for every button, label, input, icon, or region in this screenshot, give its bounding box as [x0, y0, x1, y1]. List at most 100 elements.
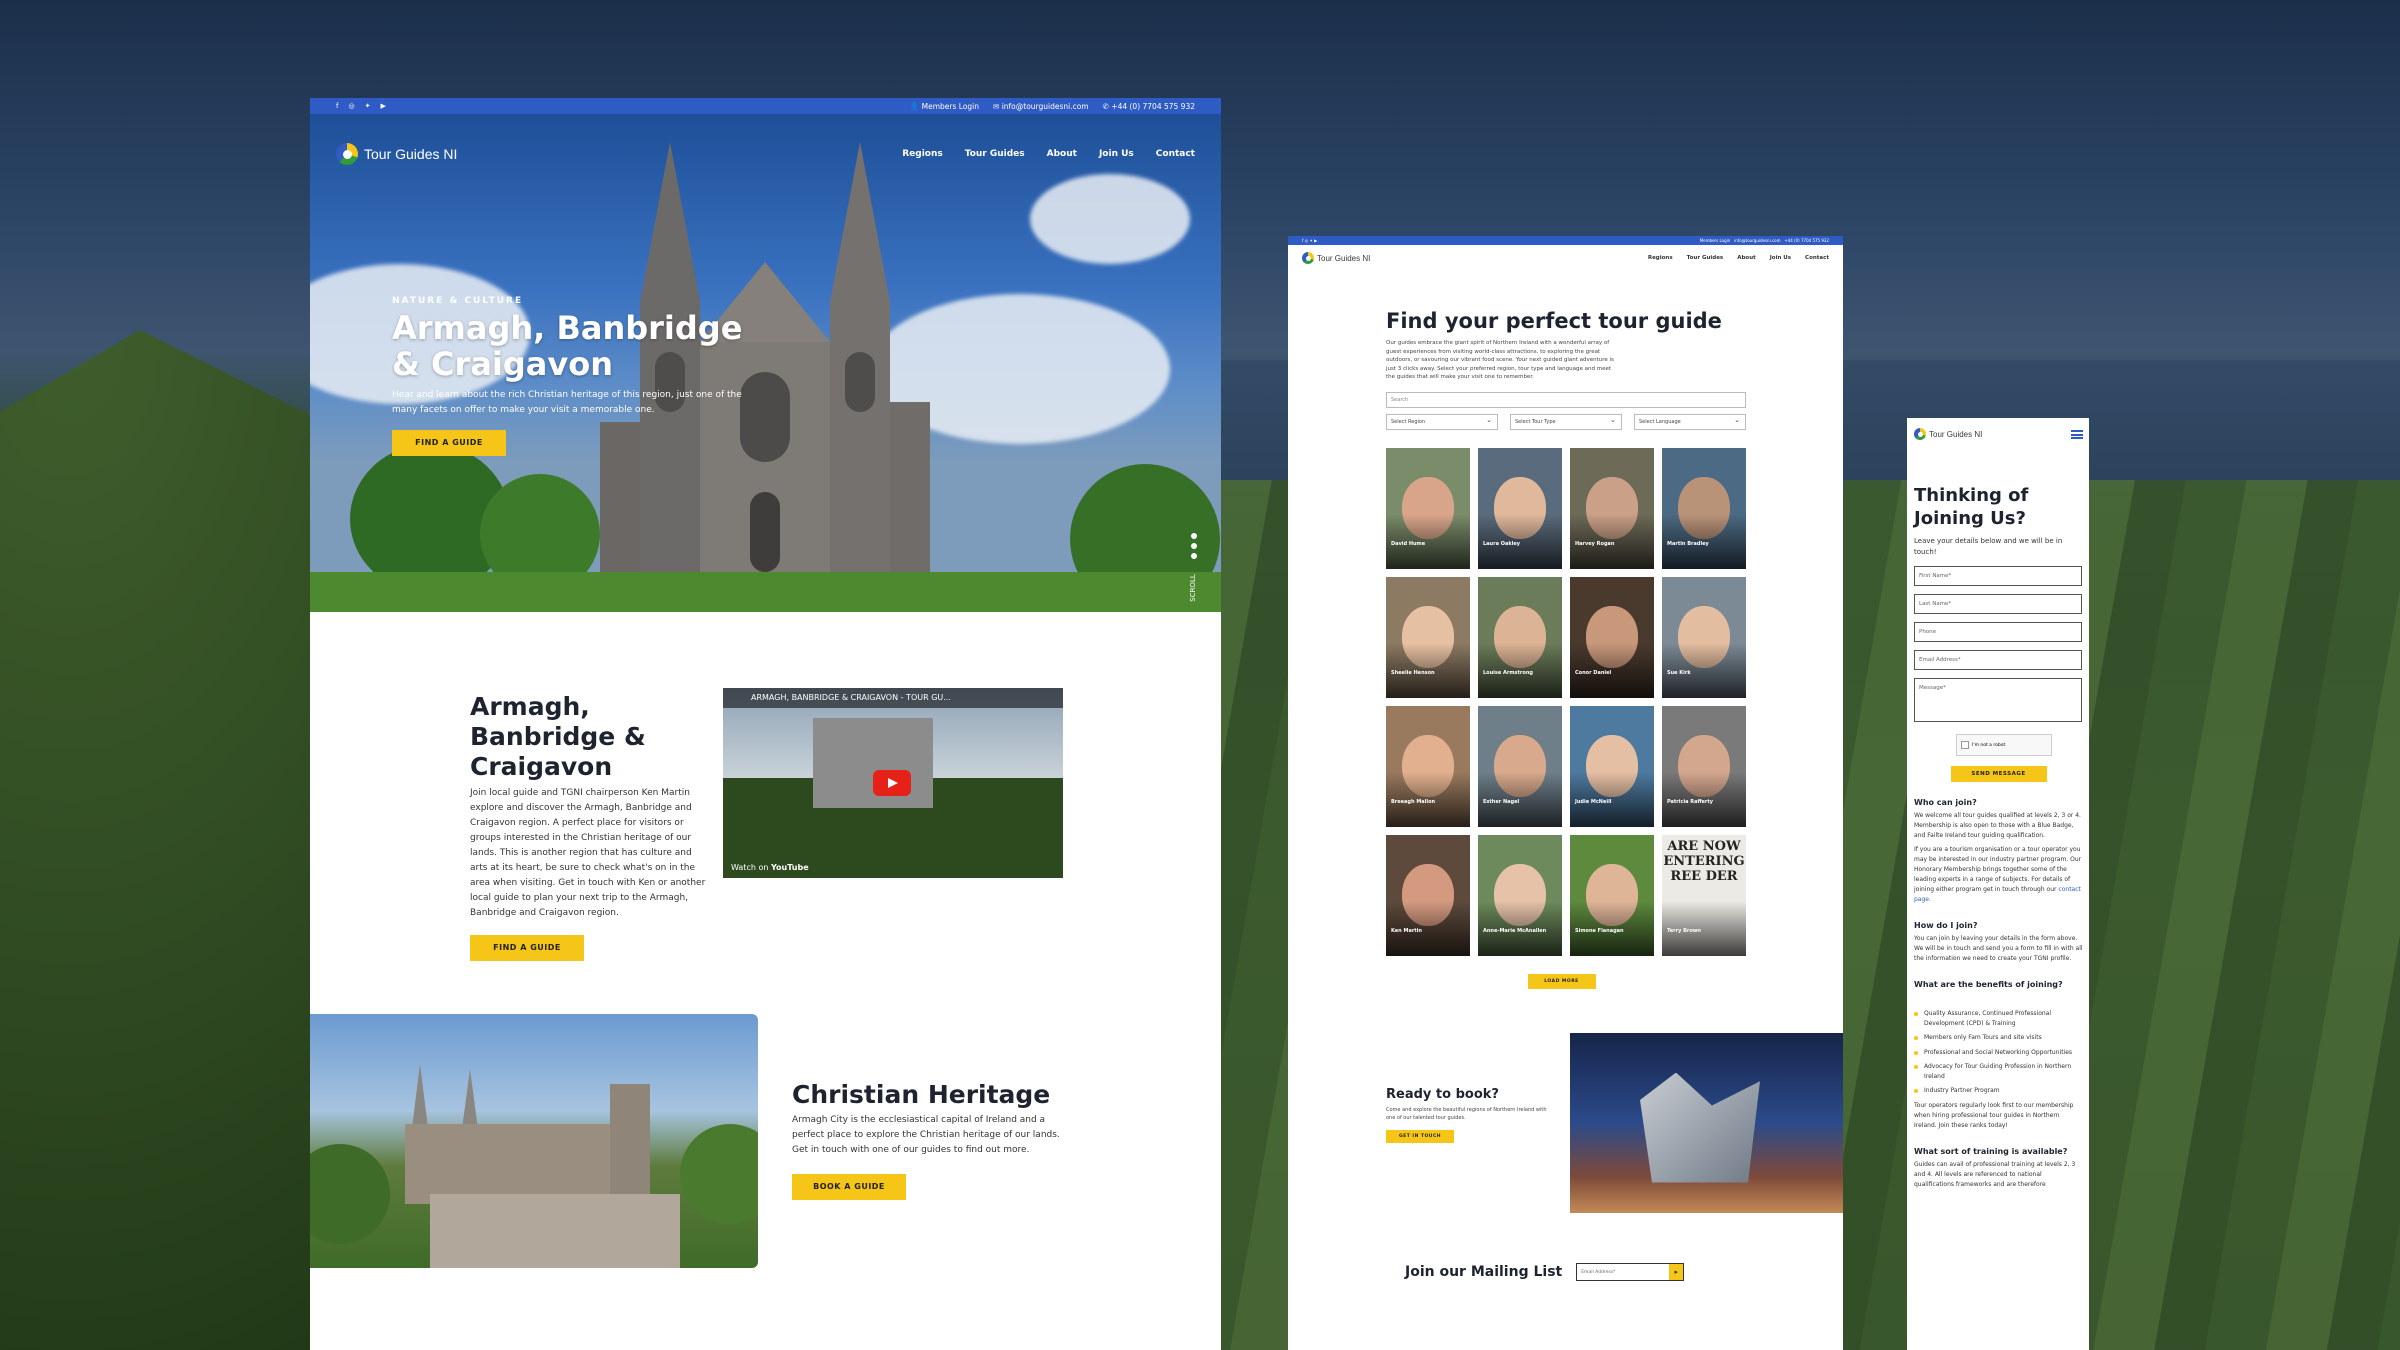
benefits-title: What are the benefits of joining? [1914, 980, 2063, 989]
heritage-title: Christian Heritage [792, 1080, 1051, 1109]
guide-card[interactable]: Harvey Rogan [1570, 447, 1654, 569]
slider-dot[interactable] [1191, 553, 1197, 559]
hero-section: Tour Guides NI Regions Tour Guides About… [310, 114, 1221, 612]
email-field[interactable]: Email Address* [1914, 650, 2082, 670]
recaptcha-widget[interactable]: I'm not a robot [1956, 734, 2052, 756]
nav-join-us[interactable]: Join Us [1099, 149, 1134, 159]
training-title: What sort of training is available? [1914, 1146, 2068, 1156]
how-to-join-title: How do I join? [1914, 921, 1978, 930]
top-bar: f ◎ ✦ ▶ 👤 Members Login ✉ info@tourguide… [310, 98, 1221, 114]
intro-find-guide-button[interactable]: FIND A GUIDE [470, 935, 584, 961]
hamburger-menu-icon[interactable] [2071, 429, 2083, 439]
heritage-section: Christian Heritage Armagh City is the ec… [310, 1014, 1221, 1268]
scroll-indicator[interactable]: SCROLL [1189, 574, 1197, 602]
guide-name: Louise Armstrong [1483, 669, 1533, 676]
twitter-icon[interactable]: ✦ [365, 102, 371, 110]
video-title: ARMAGH, BANBRIDGE & CRAIGAVON - TOUR GU.… [723, 688, 1063, 708]
phone-field[interactable]: Phone [1914, 622, 2082, 642]
youtube-video-embed[interactable]: ARMAGH, BANBRIDGE & CRAIGAVON - TOUR GU.… [723, 688, 1063, 878]
page-title: Find your perfect tour guide [1386, 309, 1722, 333]
email-label: info@tourguidesni.com [1001, 101, 1089, 111]
region-select[interactable]: Select Region [1386, 413, 1498, 430]
guide-name: Sheelie Henson [1391, 669, 1435, 676]
heritage-body: Armagh City is the ecclesiastical capita… [792, 1115, 1060, 1155]
top-bar-small: f ◎ ✦ ▶ Members Login info@tourguidesni.… [1288, 236, 1843, 245]
members-login-label-small[interactable]: Members Login [1700, 238, 1731, 243]
slider-dots [1191, 529, 1203, 563]
slider-dot[interactable] [1191, 533, 1197, 539]
hero-find-guide-button[interactable]: FIND A GUIDE [392, 430, 506, 456]
guide-card[interactable]: David Hume [1386, 447, 1470, 569]
nav-menu-small: Regions Tour Guides About Join Us Contac… [1648, 255, 1829, 261]
operators-note: Tour operators regularly look first to o… [1914, 1101, 2074, 1129]
guide-card[interactable]: ARE NOW ENTERING REE DER Terry Brown [1662, 834, 1746, 956]
guide-card[interactable]: Sheelie Henson [1386, 576, 1470, 698]
facebook-icon[interactable]: f [336, 102, 338, 110]
guide-card[interactable]: Judie McNeill [1570, 705, 1654, 827]
nav-about[interactable]: About [1047, 149, 1077, 159]
cloud [1030, 174, 1190, 264]
guide-card[interactable]: Simone Flanagan [1570, 834, 1654, 956]
email-link[interactable]: ✉ info@tourguidesni.com [993, 102, 1089, 111]
last-name-field[interactable]: Last Name* [1914, 594, 2082, 614]
youtube-icon[interactable]: ▶ [380, 102, 385, 110]
site-logo-small[interactable]: Tour Guides NI [1302, 252, 1370, 264]
guide-card[interactable]: Sue Kirk [1662, 576, 1746, 698]
social-icons-small: f ◎ ✦ ▶ [1302, 238, 1318, 243]
nav-tour-guides[interactable]: Tour Guides [1687, 255, 1724, 261]
guide-card[interactable]: Patricia Rafferty [1662, 705, 1746, 827]
hero-eyebrow: NATURE & CULTURE [392, 296, 524, 306]
nav-join-us[interactable]: Join Us [1770, 255, 1791, 261]
watch-on-label: Watch on [731, 863, 769, 872]
guide-card[interactable]: Louise Armstrong [1478, 576, 1562, 698]
guide-card[interactable]: Breeagh Mallon [1386, 705, 1470, 827]
message-field[interactable]: Message* [1914, 678, 2082, 722]
members-login-link[interactable]: 👤 Members Login [910, 102, 979, 111]
send-message-button[interactable]: SEND MESSAGE [1950, 766, 2047, 782]
heritage-text: Christian Heritage Armagh City is the ec… [792, 1080, 1062, 1200]
first-name-field[interactable]: First Name* [1914, 566, 2082, 586]
guide-card[interactable]: Laura Oakley [1478, 447, 1562, 569]
ready-to-book-section: Ready to book? Come and explore the beau… [1288, 1032, 1843, 1213]
guide-name: Martin Bradley [1667, 540, 1709, 547]
book-guide-button[interactable]: BOOK A GUIDE [792, 1174, 906, 1200]
contact-links: 👤 Members Login ✉ info@tourguidesni.com … [910, 102, 1195, 111]
nav-contact[interactable]: Contact [1156, 149, 1195, 159]
tour-type-select[interactable]: Select Tour Type [1510, 413, 1622, 430]
guide-name: Judie McNeill [1575, 798, 1612, 805]
list-item: Industry Partner Program [1914, 1086, 2083, 1096]
nav-regions[interactable]: Regions [902, 149, 943, 159]
get-in-touch-button[interactable]: GET IN TOUCH [1386, 1129, 1454, 1143]
nav-regions[interactable]: Regions [1648, 255, 1673, 261]
email-label-small[interactable]: info@tourguidesni.com [1734, 238, 1780, 243]
slider-dot[interactable] [1191, 543, 1197, 549]
intro-title: Armagh, Banbridge & Craigavon [470, 692, 646, 781]
titanic-belfast-image [1570, 1032, 1843, 1213]
site-logo-mobile[interactable]: Tour Guides NI [1914, 428, 1982, 440]
instagram-icon[interactable]: ◎ [348, 102, 354, 110]
guide-name: Laura Oakley [1483, 540, 1521, 547]
guide-card[interactable]: Conor Daniel [1570, 576, 1654, 698]
guide-card[interactable]: Martin Bradley [1662, 447, 1746, 569]
list-item: Advocacy for Tour Guiding Profession in … [1914, 1062, 2083, 1081]
load-more-button[interactable]: LOAD MORE [1527, 973, 1596, 989]
ready-body: Come and explore the beautiful regions o… [1386, 1106, 1547, 1121]
guide-search-input[interactable]: Search [1386, 391, 1746, 408]
guide-card[interactable]: Anne-Marie McAnallen [1478, 834, 1562, 956]
mailing-email-input[interactable]: Email Address* [1576, 1262, 1685, 1281]
phone-label-small[interactable]: +44 (0) 7704 575 932 [1784, 238, 1829, 243]
guide-name: Breeagh Mallon [1391, 798, 1436, 805]
nav-about[interactable]: About [1737, 255, 1756, 261]
captcha-checkbox[interactable] [1961, 741, 1969, 749]
play-icon[interactable] [873, 770, 911, 796]
site-logo[interactable]: Tour Guides NI [336, 143, 457, 165]
nav-tour-guides[interactable]: Tour Guides [965, 149, 1025, 159]
guide-card[interactable]: Ken Martin [1386, 834, 1470, 956]
guide-name: Patricia Rafferty [1667, 798, 1714, 805]
list-item: Professional and Social Networking Oppor… [1914, 1048, 2083, 1058]
guide-card[interactable]: Esther Nagel [1478, 705, 1562, 827]
language-select[interactable]: Select Language [1634, 413, 1746, 430]
watch-on-youtube[interactable]: Watch on YouTube [731, 863, 809, 872]
nav-contact[interactable]: Contact [1805, 255, 1829, 261]
phone-link[interactable]: ✆ +44 (0) 7704 575 932 [1103, 102, 1195, 111]
